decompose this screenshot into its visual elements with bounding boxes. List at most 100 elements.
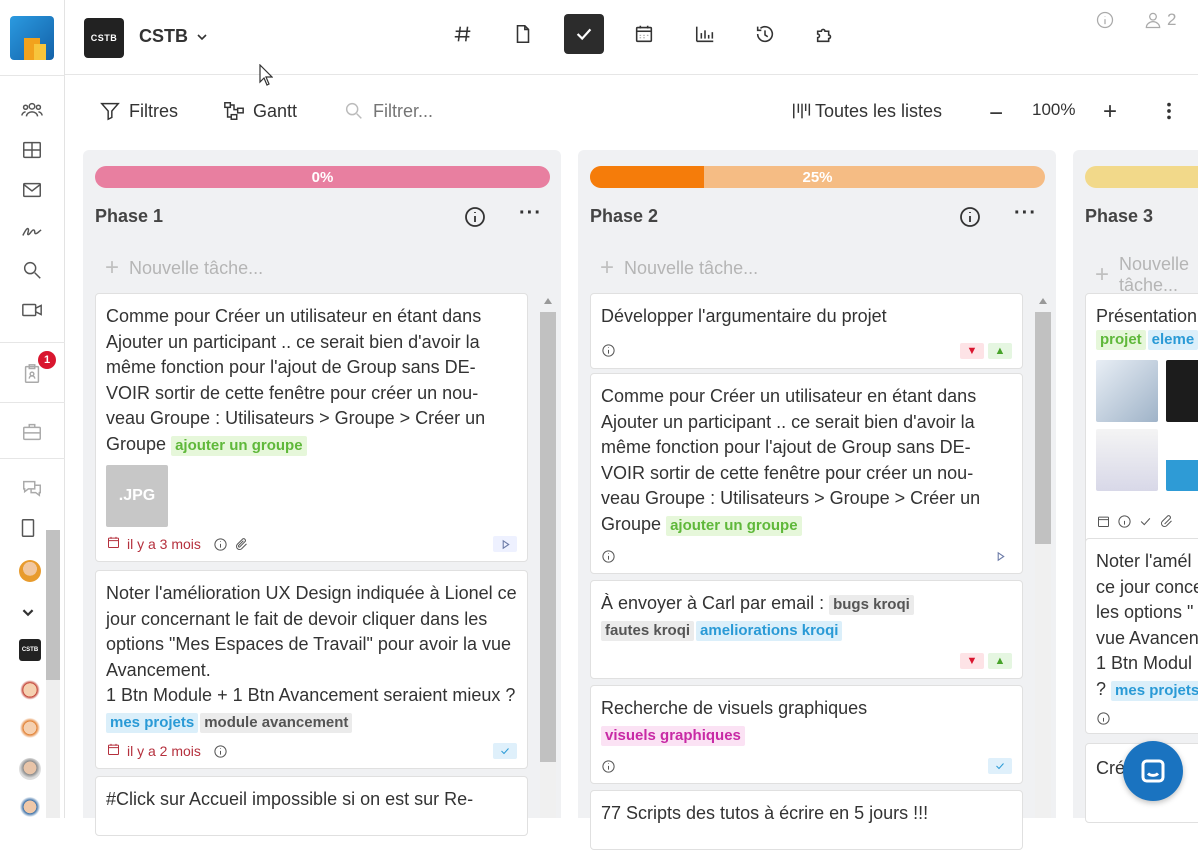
column-scrollbar[interactable] — [1033, 294, 1051, 818]
team-icon[interactable] — [18, 96, 46, 124]
user-avatar[interactable] — [19, 680, 41, 702]
signature-icon[interactable] — [18, 216, 46, 244]
user-avatar[interactable] — [19, 718, 41, 740]
user-avatar[interactable] — [19, 797, 41, 819]
paperclip-icon[interactable] — [1159, 514, 1174, 529]
workspace-selector[interactable]: CSTB — [139, 26, 210, 47]
card-text: Noter l'amél ce jour conce les options "… — [1096, 549, 1198, 702]
vote-buttons: ▼ ▲ — [960, 653, 1012, 669]
briefcase-icon[interactable] — [18, 418, 46, 446]
play-icon[interactable] — [493, 536, 517, 552]
card-tag[interactable]: eleme — [1147, 329, 1198, 350]
new-task-input[interactable]: + Nouvelle tâche... — [1095, 254, 1198, 296]
task-card[interactable]: 77 Scripts des tutos à écrire en 5 jours… — [590, 790, 1023, 850]
puzzle-icon[interactable] — [805, 14, 845, 54]
chat-launcher-button[interactable] — [1123, 741, 1183, 801]
info-icon[interactable] — [958, 205, 982, 229]
search-icon[interactable] — [18, 256, 46, 284]
info-icon[interactable] — [601, 759, 616, 774]
card-tag[interactable]: ajouter un groupe — [171, 435, 307, 456]
column-title[interactable]: Phase 3 — [1085, 206, 1153, 227]
task-card[interactable]: Recherche de visuels graphiques visuels g… — [590, 685, 1023, 784]
image-thumbnail[interactable] — [1096, 360, 1158, 422]
play-icon[interactable] — [988, 548, 1012, 564]
column-title[interactable]: Phase 1 — [95, 206, 163, 227]
card-tag[interactable]: mes projets — [1111, 680, 1198, 701]
plus-icon: + — [600, 254, 615, 281]
paperclip-icon[interactable] — [234, 537, 249, 552]
info-icon[interactable] — [1095, 10, 1115, 30]
card-tag[interactable]: fautes kroqi — [601, 620, 695, 641]
chart-icon[interactable] — [685, 14, 725, 54]
check-icon[interactable] — [1138, 514, 1153, 529]
lists-selector[interactable]: Toutes les listes — [791, 100, 942, 122]
more-vertical-icon[interactable] — [1158, 100, 1180, 122]
column-menu-button[interactable]: ··· — [1014, 202, 1037, 225]
check-icon[interactable] — [988, 758, 1012, 774]
thumbs-down-icon[interactable]: ▼ — [960, 653, 984, 669]
task-card[interactable]: Développer l'argumentaire du projet ▼ ▲ — [590, 293, 1023, 369]
column-menu-button[interactable]: ··· — [519, 202, 542, 225]
info-icon[interactable] — [1096, 711, 1111, 726]
document-icon[interactable] — [503, 14, 543, 54]
info-icon[interactable] — [601, 549, 616, 564]
workspace-avatar[interactable]: CSTB — [19, 639, 41, 661]
tasks-check-icon[interactable] — [564, 14, 604, 54]
card-tag[interactable]: bugs kroqi — [829, 595, 914, 615]
filters-button[interactable]: Filtres — [99, 100, 178, 122]
mail-icon[interactable] — [18, 176, 46, 204]
card-tag[interactable]: ameliorations kroqi — [696, 620, 843, 641]
task-card[interactable]: À envoyer à Carl par email : bugs kroqi f… — [590, 580, 1023, 679]
task-card[interactable]: Noter l'amél ce jour conce les options "… — [1085, 538, 1198, 734]
image-thumbnail[interactable] — [1096, 429, 1158, 491]
column-title[interactable]: Phase 2 — [590, 206, 658, 227]
calendar-icon[interactable] — [624, 14, 664, 54]
grid-icon[interactable] — [18, 136, 46, 164]
thumbs-down-icon[interactable]: ▼ — [960, 342, 984, 359]
chat-bubbles-icon[interactable] — [18, 474, 46, 502]
chevron-down-icon — [197, 33, 207, 40]
filter-input[interactable] — [373, 100, 513, 122]
user-avatar[interactable] — [19, 560, 41, 582]
card-tag[interactable]: module avancement — [200, 712, 353, 733]
task-card[interactable]: #Click sur Accueil impossible si on est … — [95, 776, 528, 836]
thumbs-up-icon[interactable]: ▲ — [988, 653, 1012, 669]
info-icon[interactable] — [601, 343, 616, 358]
history-icon[interactable] — [745, 14, 785, 54]
new-task-input[interactable]: + Nouvelle tâche... — [600, 254, 758, 282]
hashtag-icon[interactable] — [443, 14, 483, 54]
info-icon[interactable] — [213, 537, 228, 552]
sidebar-scrollbar[interactable] — [46, 530, 60, 818]
card-tag[interactable]: projet — [1096, 329, 1146, 350]
video-icon[interactable] — [18, 296, 46, 324]
members-button[interactable]: 2 — [1143, 10, 1176, 30]
task-card[interactable]: Présentation projet eleme — [1085, 293, 1198, 557]
chevron-down-icon[interactable] — [14, 598, 42, 626]
check-icon[interactable] — [493, 743, 517, 759]
task-card[interactable]: Comme pour Créer un utilisateur en étant… — [590, 373, 1023, 574]
filter-search[interactable] — [343, 100, 513, 122]
thumbs-up-icon[interactable]: ▲ — [988, 342, 1012, 359]
info-icon[interactable] — [213, 744, 228, 759]
user-avatar[interactable] — [19, 758, 41, 780]
new-task-placeholder: Nouvelle tâche... — [129, 257, 264, 278]
info-icon[interactable] — [463, 205, 487, 229]
image-thumbnail[interactable] — [1166, 429, 1198, 491]
info-icon[interactable] — [1117, 514, 1132, 529]
card-tag[interactable]: mes projets — [106, 712, 199, 733]
card-text: Comme pour Créer un utilisateur en étant… — [106, 306, 486, 456]
task-card[interactable]: Comme pour Créer un utilisateur en étant… — [95, 293, 528, 562]
card-tag[interactable]: ajouter un groupe — [666, 515, 802, 536]
new-task-input[interactable]: + Nouvelle tâche... — [105, 254, 263, 282]
app-logo[interactable] — [10, 16, 54, 60]
card-tag[interactable]: visuels graphiques — [601, 725, 745, 746]
task-card[interactable]: Noter l'amélioration UX Design indiquée … — [95, 570, 528, 769]
document-icon[interactable] — [14, 514, 42, 542]
workspace-logo[interactable]: CSTB — [84, 18, 124, 58]
zoom-out-button[interactable]: − — [989, 100, 1003, 128]
zoom-in-button[interactable]: + — [1103, 98, 1117, 126]
column-scrollbar[interactable] — [538, 294, 556, 818]
gantt-button[interactable]: Gantt — [223, 100, 297, 122]
image-thumbnail[interactable] — [1166, 360, 1198, 422]
attachment-thumbnail[interactable]: .JPG — [106, 465, 168, 527]
